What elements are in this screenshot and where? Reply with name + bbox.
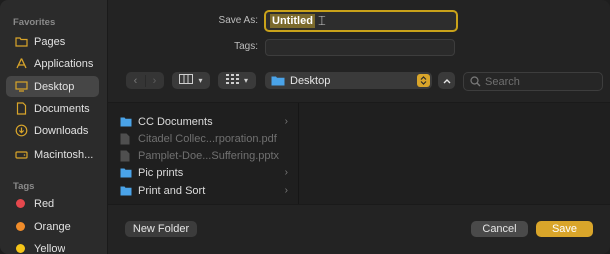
folder-icon	[120, 116, 132, 127]
sidebar-item-applications[interactable]: Applications	[6, 53, 99, 74]
search-icon	[470, 76, 481, 87]
file-name: Print and Sort	[138, 184, 206, 197]
columns-icon	[179, 74, 194, 87]
sidebar-item-documents[interactable]: Documents	[6, 98, 99, 119]
new-folder-button[interactable]: New Folder	[125, 221, 197, 237]
tag-dot	[16, 244, 25, 253]
text-cursor-icon: ⌶	[317, 13, 326, 28]
tags-heading: Tags	[13, 181, 35, 192]
favorites-heading: Favorites	[13, 17, 56, 28]
cancel-button[interactable]: Cancel	[471, 221, 528, 237]
tag-dot	[16, 199, 25, 208]
updown-arrows-icon	[417, 74, 430, 87]
sidebar-tag-label: Yellow	[34, 242, 66, 254]
folder-icon	[120, 185, 132, 196]
sidebar-item-label: Pages	[34, 35, 66, 48]
chevron-right-icon: ›	[284, 116, 288, 127]
folder-icon	[271, 75, 285, 86]
file-row: Citadel Collec...rporation.pdf	[120, 130, 298, 147]
document-icon	[14, 102, 28, 116]
collapse-button[interactable]	[438, 72, 455, 89]
sidebar-item-desktop[interactable]: Desktop	[6, 76, 99, 97]
desktop-icon	[14, 80, 28, 94]
save-as-label: Save As:	[218, 15, 258, 26]
sidebar-item-label: Applications	[34, 57, 94, 70]
pdf-file-icon	[120, 133, 132, 145]
applications-icon	[14, 57, 28, 71]
sidebar-item-label: Macintosh...	[34, 148, 94, 161]
file-row: Pamplet-Doe...Suffering.pptx	[120, 147, 298, 164]
save-dialog: Favorites Pages Applications Desktop Doc…	[0, 0, 610, 254]
main-panel: Save As: Untitled ⌶ Tags: ‹ › ▾ ▾ Deskto…	[108, 0, 610, 254]
sidebar-tag-label: Red	[34, 197, 55, 210]
tags-input[interactable]	[265, 39, 455, 56]
location-popup[interactable]: Desktop	[265, 72, 432, 89]
group-button[interactable]: ▾	[218, 72, 256, 89]
chevron-up-icon	[443, 75, 451, 87]
sidebar-tag-red[interactable]: Red	[6, 193, 99, 214]
sidebar: Favorites Pages Applications Desktop Doc…	[0, 0, 108, 254]
sidebar-item-label: Downloads	[34, 124, 89, 137]
pptx-file-icon	[120, 150, 132, 162]
save-as-value[interactable]: Untitled	[270, 14, 315, 28]
file-name: Citadel Collec...rporation.pdf	[138, 132, 277, 145]
file-name: Pic prints	[138, 166, 184, 179]
back-forward-group: ‹ ›	[126, 72, 164, 89]
chevron-down-icon: ▾	[243, 76, 248, 85]
save-as-input[interactable]: Untitled ⌶	[264, 10, 458, 32]
sidebar-tag-orange[interactable]: Orange	[6, 216, 99, 237]
search-placeholder: Search	[485, 75, 520, 88]
back-icon[interactable]: ‹	[127, 75, 145, 87]
chevron-down-icon: ▾	[198, 76, 203, 85]
save-button[interactable]: Save	[536, 221, 593, 237]
file-browser: CC Documents › Citadel Collec...rporatio…	[108, 102, 610, 205]
folder-icon	[14, 35, 28, 49]
grid-icon	[225, 74, 239, 87]
tags-label: Tags:	[234, 41, 258, 52]
chevron-right-icon: ›	[284, 167, 288, 178]
search-input[interactable]: Search	[463, 72, 603, 91]
location-label: Desktop	[290, 74, 331, 87]
file-row[interactable]: CC Documents ›	[120, 113, 298, 130]
sidebar-tag-yellow[interactable]: Yellow	[6, 238, 99, 254]
file-name: CC Documents	[138, 115, 213, 128]
drive-icon	[14, 148, 28, 162]
chevron-right-icon: ›	[284, 185, 288, 196]
browser-column: CC Documents › Citadel Collec...rporatio…	[108, 103, 299, 204]
sidebar-item-label: Documents	[34, 102, 90, 115]
view-mode-button[interactable]: ▾	[172, 72, 210, 89]
sidebar-item-downloads[interactable]: Downloads	[6, 120, 99, 141]
file-row[interactable]: Pic prints ›	[120, 164, 298, 181]
sidebar-item-label: Desktop	[34, 80, 75, 93]
file-name: Pamplet-Doe...Suffering.pptx	[138, 149, 280, 162]
sidebar-tag-label: Orange	[34, 220, 71, 233]
file-row[interactable]: Print and Sort ›	[120, 182, 298, 199]
sidebar-item-macintosh[interactable]: Macintosh...	[6, 144, 99, 165]
folder-icon	[120, 167, 132, 178]
downloads-icon	[14, 124, 28, 138]
forward-icon[interactable]: ›	[144, 74, 164, 87]
sidebar-item-pages[interactable]: Pages	[6, 31, 99, 52]
tag-dot	[16, 222, 25, 231]
